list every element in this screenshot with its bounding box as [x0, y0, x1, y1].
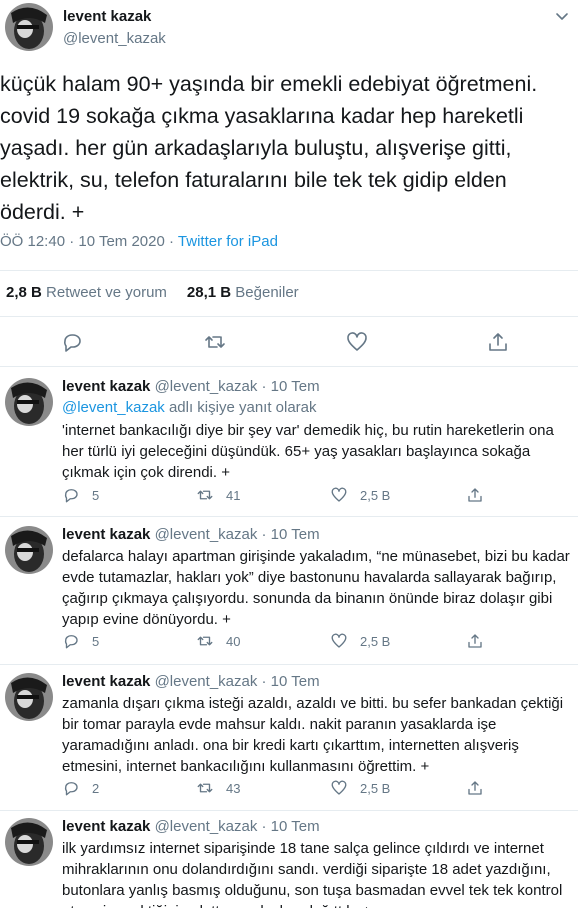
reply-header: levent kazak @levent_kazak · 10 Tem	[62, 673, 320, 690]
likes-label: Beğeniler	[235, 284, 299, 301]
likes-count: 28,1 B	[186, 284, 232, 301]
like-count: 2,5 B	[360, 487, 391, 503]
retweet-button[interactable]: 41	[196, 486, 240, 504]
author-name[interactable]: levent kazak	[62, 526, 150, 543]
reply-icon	[64, 782, 78, 796]
replying-to: @levent_kazak adlı kişiye yanıt olarak	[62, 399, 317, 416]
like-count: 2,5 B	[360, 780, 391, 796]
reply-text: ilk yardımsız internet siparişinde 18 ta…	[62, 840, 563, 908]
divider	[0, 664, 578, 665]
retweet-count: 41	[226, 487, 241, 503]
reply-button[interactable]: 5	[62, 486, 99, 504]
avatar[interactable]	[5, 378, 53, 426]
avatar-photo	[5, 526, 53, 574]
divider	[0, 366, 578, 367]
divider	[0, 516, 578, 517]
reply-icon	[64, 489, 78, 503]
heart-icon	[331, 780, 347, 795]
tweet-meta: ÖÖ 12:40 · 10 Tem 2020 · Twitter for iPa…	[0, 233, 278, 250]
retweet-stat[interactable]: 2,8 B Retweet ve yorum	[6, 284, 167, 301]
divider	[0, 316, 578, 317]
author-name[interactable]: levent kazak	[62, 378, 150, 395]
tweet-time[interactable]: ÖÖ 12:40 · 10 Tem 2020 ·	[0, 233, 174, 250]
author-handle[interactable]: @levent_kazak	[63, 30, 166, 47]
likes-stat[interactable]: 28,1 B Beğeniler	[187, 284, 299, 301]
reply-text: zamanla dışarı çıkma isteği azaldı, azal…	[62, 695, 564, 775]
share-icon[interactable]	[486, 330, 510, 354]
share-button[interactable]	[466, 779, 496, 797]
retweet-icon[interactable]	[203, 330, 227, 354]
avatar-photo	[5, 3, 53, 51]
author-name[interactable]: levent kazak	[62, 818, 150, 835]
like-button[interactable]: 2,5 B	[330, 486, 390, 504]
reply-button[interactable]: 5	[62, 632, 99, 650]
retweet-button[interactable]: 43	[196, 779, 240, 797]
reply-action-bar: 5 41 2,5 B	[62, 486, 562, 506]
retweet-label: Retweet ve yorum	[46, 284, 167, 301]
retweet-icon	[197, 636, 213, 646]
avatar-photo	[5, 673, 53, 721]
share-icon	[468, 781, 482, 795]
avatar[interactable]	[5, 673, 53, 721]
divider	[0, 810, 578, 811]
avatar[interactable]	[5, 3, 53, 51]
reply-header: levent kazak @levent_kazak · 10 Tem	[62, 378, 320, 395]
heart-icon	[331, 487, 347, 502]
reply-meta[interactable]: @levent_kazak · 10 Tem	[155, 526, 320, 543]
reply-action-bar: 5 40 2,5 B	[62, 632, 562, 652]
reply-icon	[64, 635, 78, 649]
retweet-button[interactable]: 40	[196, 632, 240, 650]
tweet-source[interactable]: Twitter for iPad	[178, 233, 278, 250]
reply-mention[interactable]: @levent_kazak	[62, 399, 165, 416]
main-action-bar	[0, 330, 578, 356]
reply-text: defalarca halayı apartman girişinde yaka…	[62, 548, 570, 628]
reply-count: 5	[92, 633, 100, 649]
retweet-icon	[197, 490, 213, 500]
tweet-stats: 2,8 B Retweet ve yorum 28,1 B Beğeniler	[6, 284, 299, 301]
reply-meta[interactable]: @levent_kazak · 10 Tem	[155, 673, 320, 690]
share-button[interactable]	[466, 486, 496, 504]
reply-count: 5	[92, 487, 100, 503]
like-count: 2,5 B	[360, 633, 391, 649]
author-name[interactable]: levent kazak	[62, 673, 150, 690]
retweet-count: 43	[226, 780, 241, 796]
heart-icon[interactable]	[345, 330, 369, 354]
heart-icon	[331, 633, 347, 648]
avatar[interactable]	[5, 526, 53, 574]
reply-text: 'internet bankacılığı diye bir şey var' …	[62, 422, 554, 481]
reply-meta[interactable]: @levent_kazak · 10 Tem	[155, 378, 320, 395]
retweet-count: 2,8 B	[6, 284, 42, 301]
share-icon	[468, 488, 482, 502]
retweet-count: 40	[226, 633, 241, 649]
reply-action-bar: 2 43 2,5 B	[62, 779, 562, 799]
avatar-photo	[5, 818, 53, 866]
reply-button[interactable]: 2	[62, 779, 99, 797]
reply-meta[interactable]: @levent_kazak · 10 Tem	[155, 818, 320, 835]
divider	[0, 270, 578, 271]
like-button[interactable]: 2,5 B	[330, 779, 390, 797]
share-icon	[468, 634, 482, 648]
reply-header: levent kazak @levent_kazak · 10 Tem	[62, 818, 320, 835]
retweet-icon	[197, 783, 213, 793]
reply-icon[interactable]	[60, 330, 84, 354]
like-button[interactable]: 2,5 B	[330, 632, 390, 650]
author-name[interactable]: levent kazak	[63, 8, 151, 25]
avatar-photo	[5, 378, 53, 426]
chevron-down-icon[interactable]	[554, 8, 570, 24]
tweet-text: küçük halam 90+ yaşında bir emekli edebi…	[0, 72, 538, 224]
reply-suffix: adlı kişiye yanıt olarak	[168, 399, 317, 416]
avatar[interactable]	[5, 818, 53, 866]
reply-count: 2	[92, 780, 100, 796]
reply-header: levent kazak @levent_kazak · 10 Tem	[62, 526, 320, 543]
share-button[interactable]	[466, 632, 496, 650]
